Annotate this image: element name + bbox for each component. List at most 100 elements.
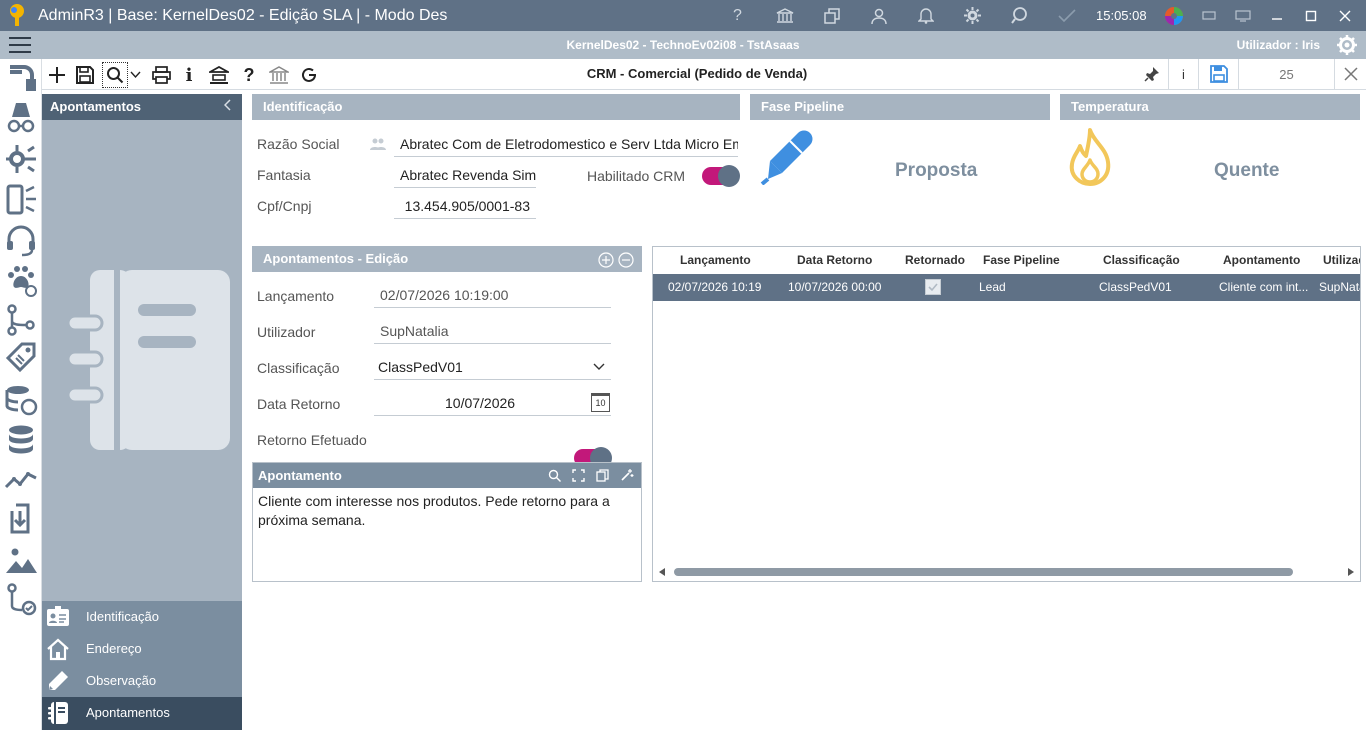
close-window-button[interactable] — [1328, 0, 1362, 31]
grid-header-data-retorno[interactable]: Data Retorno — [797, 247, 872, 274]
module-integration-icon[interactable] — [4, 142, 38, 176]
checkmark-icon — [928, 283, 938, 292]
temperatura-header: Temperatura — [1060, 94, 1360, 120]
calendar-icon[interactable]: 10 — [591, 393, 610, 412]
scroll-left-icon[interactable] — [658, 567, 666, 577]
apontamento-text[interactable]: Cliente com interesse nos produtos. Pede… — [253, 488, 641, 534]
user-icon[interactable] — [863, 0, 894, 31]
grid-header-apontamento[interactable]: Apontamento — [1223, 247, 1300, 274]
grid-header-classificacao[interactable]: Classificação — [1103, 247, 1180, 274]
data-retorno-field[interactable]: 10/07/2026 10 — [374, 393, 611, 416]
title-bar: AdminR3 | Base: KernelDes02 - Edição SLA… — [0, 0, 1366, 31]
module-pets-icon[interactable] — [4, 263, 38, 297]
menu-item-label: Identificação — [86, 609, 159, 624]
module-support-icon[interactable] — [4, 223, 38, 257]
habilitado-crm-label: Habilitado CRM — [587, 168, 686, 184]
module-crm-icon[interactable] — [4, 101, 38, 135]
form-toolbar: i ? CRM - Comercial (Pedido de Venda) i … — [42, 59, 1366, 90]
horizontal-scrollbar[interactable] — [674, 568, 1293, 576]
menu-item-endereco[interactable]: Endereço — [42, 633, 242, 665]
cell-apontamento: Cliente com int... — [1219, 280, 1309, 294]
scroll-right-icon[interactable] — [1347, 567, 1355, 577]
side-panel-title: Apontamentos — [50, 99, 141, 114]
add-entry-icon[interactable] — [598, 252, 614, 268]
chevron-down-icon — [593, 363, 605, 370]
color-wheel-icon[interactable] — [1163, 5, 1185, 27]
settings-gear-icon[interactable] — [1336, 34, 1358, 56]
save-record-icon[interactable] — [1198, 59, 1238, 89]
chat-search-icon[interactable] — [1004, 0, 1035, 31]
record-number[interactable]: 25 — [1238, 59, 1334, 89]
minimize-button[interactable] — [1260, 0, 1294, 31]
environment-label: KernelDes02 - TechnoEv02i08 - TstAsaas — [566, 38, 800, 52]
data-retorno-label: Data Retorno — [257, 396, 341, 412]
classificacao-select[interactable]: ClassPedV01 — [374, 357, 611, 380]
window-title: AdminR3 | Base: KernelDes02 - Edição SLA… — [38, 7, 448, 24]
screen-icon[interactable] — [1226, 0, 1260, 31]
razao-social-label: Razão Social — [257, 136, 340, 152]
magic-wand-icon[interactable] — [620, 468, 634, 482]
module-rail — [0, 59, 42, 730]
help-icon[interactable]: ? — [722, 0, 753, 31]
menu-item-label: Apontamentos — [86, 705, 170, 720]
bell-icon[interactable] — [910, 0, 941, 31]
collapse-chevron-icon[interactable] — [223, 94, 232, 120]
gear-icon[interactable] — [957, 0, 988, 31]
grid-header-utilizador[interactable]: Utilizad — [1323, 247, 1360, 274]
menu-item-label: Observação — [86, 673, 157, 688]
title-bar-icons: ? — [722, 0, 1098, 31]
user-label: Utilizador : Iris — [1236, 38, 1320, 52]
search-text-icon[interactable] — [548, 469, 561, 482]
module-trend-icon[interactable] — [4, 463, 38, 497]
fantasia-field[interactable]: Abratec Revenda Sim — [394, 165, 536, 188]
menu-item-identificacao[interactable]: Identificação — [42, 601, 242, 633]
utilizador-field[interactable]: SupNatalia — [374, 321, 611, 344]
habilitado-crm-toggle[interactable] — [702, 165, 740, 187]
app-logo-icon — [10, 4, 24, 26]
menu-item-observacao[interactable]: Observação — [42, 665, 242, 697]
windows-icon[interactable] — [816, 0, 847, 31]
menu-item-apontamentos[interactable]: Apontamentos — [42, 697, 242, 730]
module-flow-icon[interactable] — [4, 303, 38, 337]
cell-fase-pipeline: Lead — [979, 280, 1006, 294]
apontamentos-grid: Lançamento Data Retorno Retornado Fase P… — [652, 246, 1361, 582]
module-mobile-icon[interactable] — [4, 183, 38, 217]
close-form-icon[interactable] — [1334, 59, 1366, 89]
cell-classificacao: ClassPedV01 — [1099, 280, 1172, 294]
grid-header-lancamento[interactable]: Lançamento — [680, 247, 751, 274]
checkmark-icon[interactable] — [1051, 0, 1082, 31]
module-database-sync-icon[interactable] — [4, 383, 38, 417]
lancamento-field[interactable]: 02/07/2026 10:19:00 — [374, 285, 611, 308]
record-info-icon[interactable]: i — [1168, 59, 1198, 89]
menu-item-label: Endereço — [86, 641, 142, 656]
data-retorno-value: 10/07/2026 — [445, 395, 516, 411]
cpf-cnpj-field[interactable]: 13.454.905/0001-83 — [394, 196, 536, 219]
grid-header-retornado[interactable]: Retornado — [905, 247, 965, 274]
utilizador-label: Utilizador — [257, 324, 316, 340]
module-import-icon[interactable] — [4, 502, 38, 536]
side-menu: Identificação Endereço Observação Aponta… — [42, 601, 242, 730]
razao-social-field[interactable]: Abratec Com de Eletrodomestico e Serv Lt… — [394, 134, 738, 157]
side-panel-header: Apontamentos — [42, 94, 242, 120]
table-row[interactable]: 02/07/2026 10:19 10/07/2026 00:00 Lead C… — [653, 274, 1360, 301]
module-flow-check-icon[interactable] — [4, 582, 38, 616]
copy-icon[interactable] — [596, 469, 609, 482]
pencil-icon — [49, 671, 68, 690]
pin-icon[interactable] — [1136, 59, 1168, 89]
edicao-header: Apontamentos - Edição — [252, 246, 642, 272]
expand-icon[interactable] — [572, 469, 585, 482]
side-panel: Apontamentos Identificação Endereço Obse… — [42, 94, 242, 730]
fantasia-label: Fantasia — [257, 167, 311, 183]
module-database-icon[interactable] — [4, 423, 38, 457]
maximize-button[interactable] — [1294, 0, 1328, 31]
module-image-icon[interactable] — [4, 543, 38, 577]
compact-window-icon[interactable] — [1192, 0, 1226, 31]
apontamento-header: Apontamento — [253, 463, 641, 488]
grid-header-fase-pipeline[interactable]: Fase Pipeline — [983, 247, 1060, 274]
header-bar: KernelDes02 - TechnoEv02i08 - TstAsaas U… — [0, 31, 1366, 59]
module-tags-icon[interactable] — [4, 342, 38, 376]
bank-icon[interactable] — [769, 0, 800, 31]
remove-entry-icon[interactable] — [618, 252, 634, 268]
module-pipe-icon[interactable] — [4, 61, 38, 95]
cell-retornado-checkbox[interactable] — [925, 279, 941, 295]
